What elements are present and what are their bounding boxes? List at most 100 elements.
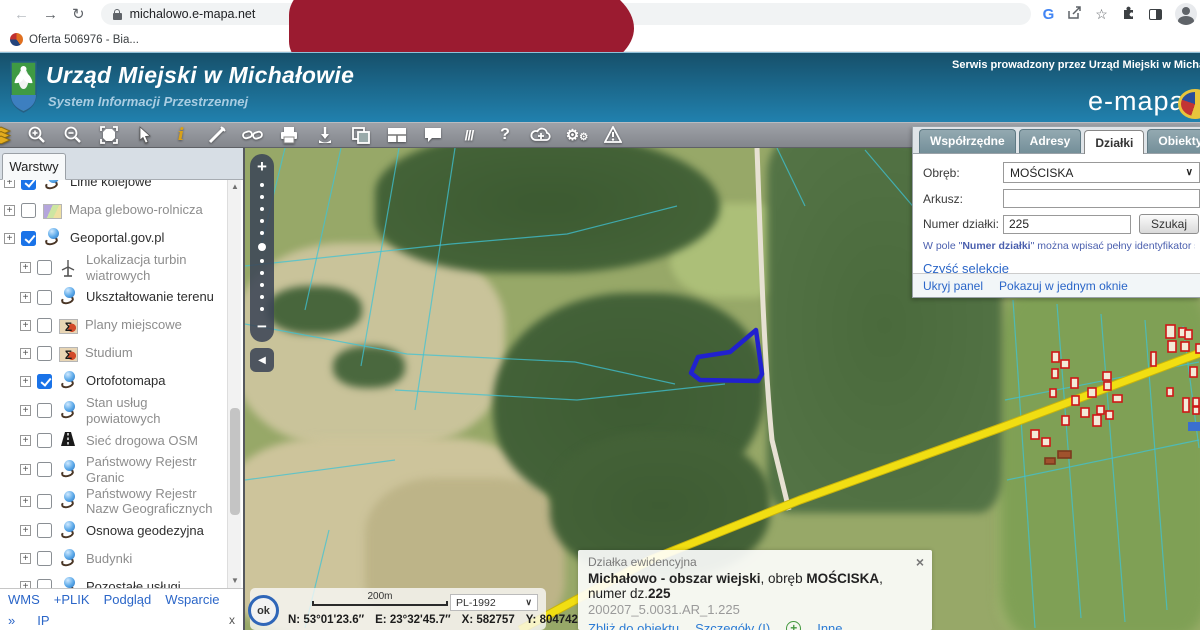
share-icon[interactable] bbox=[1067, 6, 1082, 23]
forward-icon[interactable]: → bbox=[43, 6, 58, 23]
popup-link[interactable]: Zbliż do obiektu bbox=[588, 621, 679, 630]
print-icon[interactable] bbox=[277, 124, 301, 146]
extensions-icon[interactable] bbox=[1121, 5, 1136, 23]
help-icon[interactable]: ? bbox=[493, 124, 517, 146]
bookmark-label[interactable]: Oferta 506976 - Bia... bbox=[29, 34, 139, 46]
layer-checkbox[interactable] bbox=[21, 203, 36, 218]
layer-label[interactable]: Państwowy Rejestr Granic bbox=[86, 454, 223, 485]
zoom-control[interactable]: + − bbox=[250, 154, 274, 342]
arkusz-input[interactable] bbox=[1003, 189, 1200, 208]
expand-icon[interactable]: + bbox=[20, 496, 31, 507]
measure-icon[interactable] bbox=[205, 124, 229, 146]
popup-link[interactable]: Inne bbox=[817, 621, 842, 630]
layer-label[interactable]: Stan usług powiatowych bbox=[86, 395, 223, 426]
crs-select[interactable]: PL-1992 ∨ bbox=[450, 594, 538, 611]
tab-współrzędne[interactable]: Współrzędne bbox=[919, 129, 1016, 153]
zoom-in-button[interactable]: + bbox=[257, 159, 267, 175]
gears-icon[interactable]: ⚙⚙ bbox=[565, 124, 589, 146]
zoom-level-dot[interactable] bbox=[260, 207, 264, 211]
scroll-down-icon[interactable]: ▼ bbox=[228, 574, 242, 588]
tab-obiekty[interactable]: Obiekty bbox=[1147, 129, 1200, 153]
sidebar-scrollbar[interactable]: ▲ ▼ bbox=[227, 180, 241, 588]
layer-label[interactable]: Budynki bbox=[86, 551, 132, 567]
tab-adresy[interactable]: Adresy bbox=[1019, 129, 1082, 153]
expand-more-link[interactable]: » bbox=[8, 613, 15, 628]
expand-icon[interactable]: + bbox=[20, 262, 31, 273]
link-icon[interactable] bbox=[241, 124, 265, 146]
comment-icon[interactable] bbox=[421, 124, 445, 146]
expand-icon[interactable]: + bbox=[20, 320, 31, 331]
zoom-level-dot[interactable] bbox=[260, 183, 264, 187]
footer-link-plik[interactable]: +PLIK bbox=[54, 592, 90, 607]
layer-checkbox[interactable] bbox=[21, 180, 36, 190]
layer-checkbox[interactable] bbox=[21, 231, 36, 246]
layer-checkbox[interactable] bbox=[37, 346, 52, 361]
selected-parcel-outline[interactable] bbox=[691, 330, 762, 381]
layer-label[interactable]: Ukształtowanie terenu bbox=[86, 289, 214, 305]
expand-icon[interactable]: + bbox=[20, 348, 31, 359]
expand-icon[interactable]: + bbox=[20, 435, 31, 446]
zoom-level-dot[interactable] bbox=[260, 219, 264, 223]
parallel-lines-icon[interactable]: /// bbox=[457, 124, 481, 146]
expand-icon[interactable]: + bbox=[20, 292, 31, 303]
layer-checkbox[interactable] bbox=[37, 462, 52, 477]
layer-checkbox[interactable] bbox=[37, 523, 52, 538]
zoom-level-dot[interactable] bbox=[260, 231, 264, 235]
bookmark-item[interactable]: Oferta 506976 - Bia... bbox=[10, 33, 139, 46]
zoom-level-dot[interactable] bbox=[260, 295, 264, 299]
expand-icon[interactable]: + bbox=[20, 464, 31, 475]
layer-label[interactable]: Linie kolejowe bbox=[70, 180, 152, 190]
expand-icon[interactable]: + bbox=[4, 205, 15, 216]
zoom-level-dot[interactable] bbox=[260, 195, 264, 199]
download-marker-icon[interactable] bbox=[313, 124, 337, 146]
scroll-thumb[interactable] bbox=[230, 408, 240, 514]
layer-label[interactable]: Osnowa geodezyjna bbox=[86, 523, 204, 539]
zoom-level-dot[interactable] bbox=[260, 307, 264, 311]
szukaj-button[interactable]: Szukaj bbox=[1139, 214, 1199, 234]
cloud-plus-icon[interactable] bbox=[529, 124, 553, 146]
extent-icon[interactable] bbox=[97, 124, 121, 146]
popup-link[interactable]: Szczegóły (I) bbox=[695, 621, 770, 630]
layer-checkbox[interactable] bbox=[37, 403, 52, 418]
panels-icon[interactable] bbox=[385, 124, 409, 146]
expand-icon[interactable]: + bbox=[4, 233, 15, 244]
circle-plus-icon[interactable]: + bbox=[786, 621, 801, 630]
close-icon[interactable]: × bbox=[916, 554, 924, 570]
layer-checkbox[interactable] bbox=[37, 551, 52, 566]
expand-icon[interactable]: + bbox=[20, 405, 31, 416]
layer-checkbox[interactable] bbox=[37, 290, 52, 305]
expand-icon[interactable]: + bbox=[20, 376, 31, 387]
numer-dzialki-input[interactable] bbox=[1003, 215, 1131, 234]
layer-label[interactable]: Pozostałe usługi bbox=[86, 579, 181, 588]
cursor-icon[interactable] bbox=[133, 124, 157, 146]
info-icon[interactable]: i bbox=[169, 124, 193, 146]
layer-checkbox[interactable] bbox=[37, 318, 52, 333]
obreb-select[interactable]: MOŚCISKA ∨ bbox=[1003, 162, 1200, 183]
layer-checkbox[interactable] bbox=[37, 433, 52, 448]
back-icon[interactable]: ← bbox=[14, 6, 29, 23]
layer-label[interactable]: Mapa glebowo-rolnicza bbox=[69, 202, 203, 218]
zoom-level-track[interactable] bbox=[258, 183, 266, 311]
tab-warstwy[interactable]: Warstwy bbox=[2, 153, 66, 180]
layer-label[interactable]: Sieć drogowa OSM bbox=[86, 433, 198, 449]
expand-icon[interactable]: + bbox=[20, 581, 31, 588]
layer-label[interactable]: Plany miejscowe bbox=[85, 317, 182, 333]
zoom-out-button[interactable]: − bbox=[257, 319, 267, 335]
layer-checkbox[interactable] bbox=[37, 494, 52, 509]
google-icon[interactable]: G bbox=[1043, 6, 1055, 23]
tab-działki[interactable]: Działki bbox=[1084, 130, 1144, 154]
layer-label[interactable]: Lokalizacja turbin wiatrowych bbox=[86, 252, 223, 283]
expand-icon[interactable]: + bbox=[4, 180, 15, 188]
layer-label[interactable]: Państwowy Rejestr Nazw Geograficznych bbox=[86, 486, 223, 517]
ip-link[interactable]: IP bbox=[37, 613, 49, 628]
warning-icon[interactable] bbox=[601, 124, 625, 146]
layer-label[interactable]: Ortofotomapa bbox=[86, 373, 166, 389]
copy-frames-icon[interactable] bbox=[349, 124, 373, 146]
layer-label[interactable]: Geoportal.gov.pl bbox=[70, 230, 164, 246]
zoom-level-dot[interactable] bbox=[258, 243, 266, 251]
layer-checkbox[interactable] bbox=[37, 260, 52, 275]
footer-link-wms[interactable]: WMS bbox=[8, 592, 40, 607]
footer-link-podgląd[interactable]: Podgląd bbox=[104, 592, 152, 607]
reload-icon[interactable]: ↻ bbox=[72, 5, 85, 23]
layer-checkbox[interactable] bbox=[37, 579, 52, 588]
